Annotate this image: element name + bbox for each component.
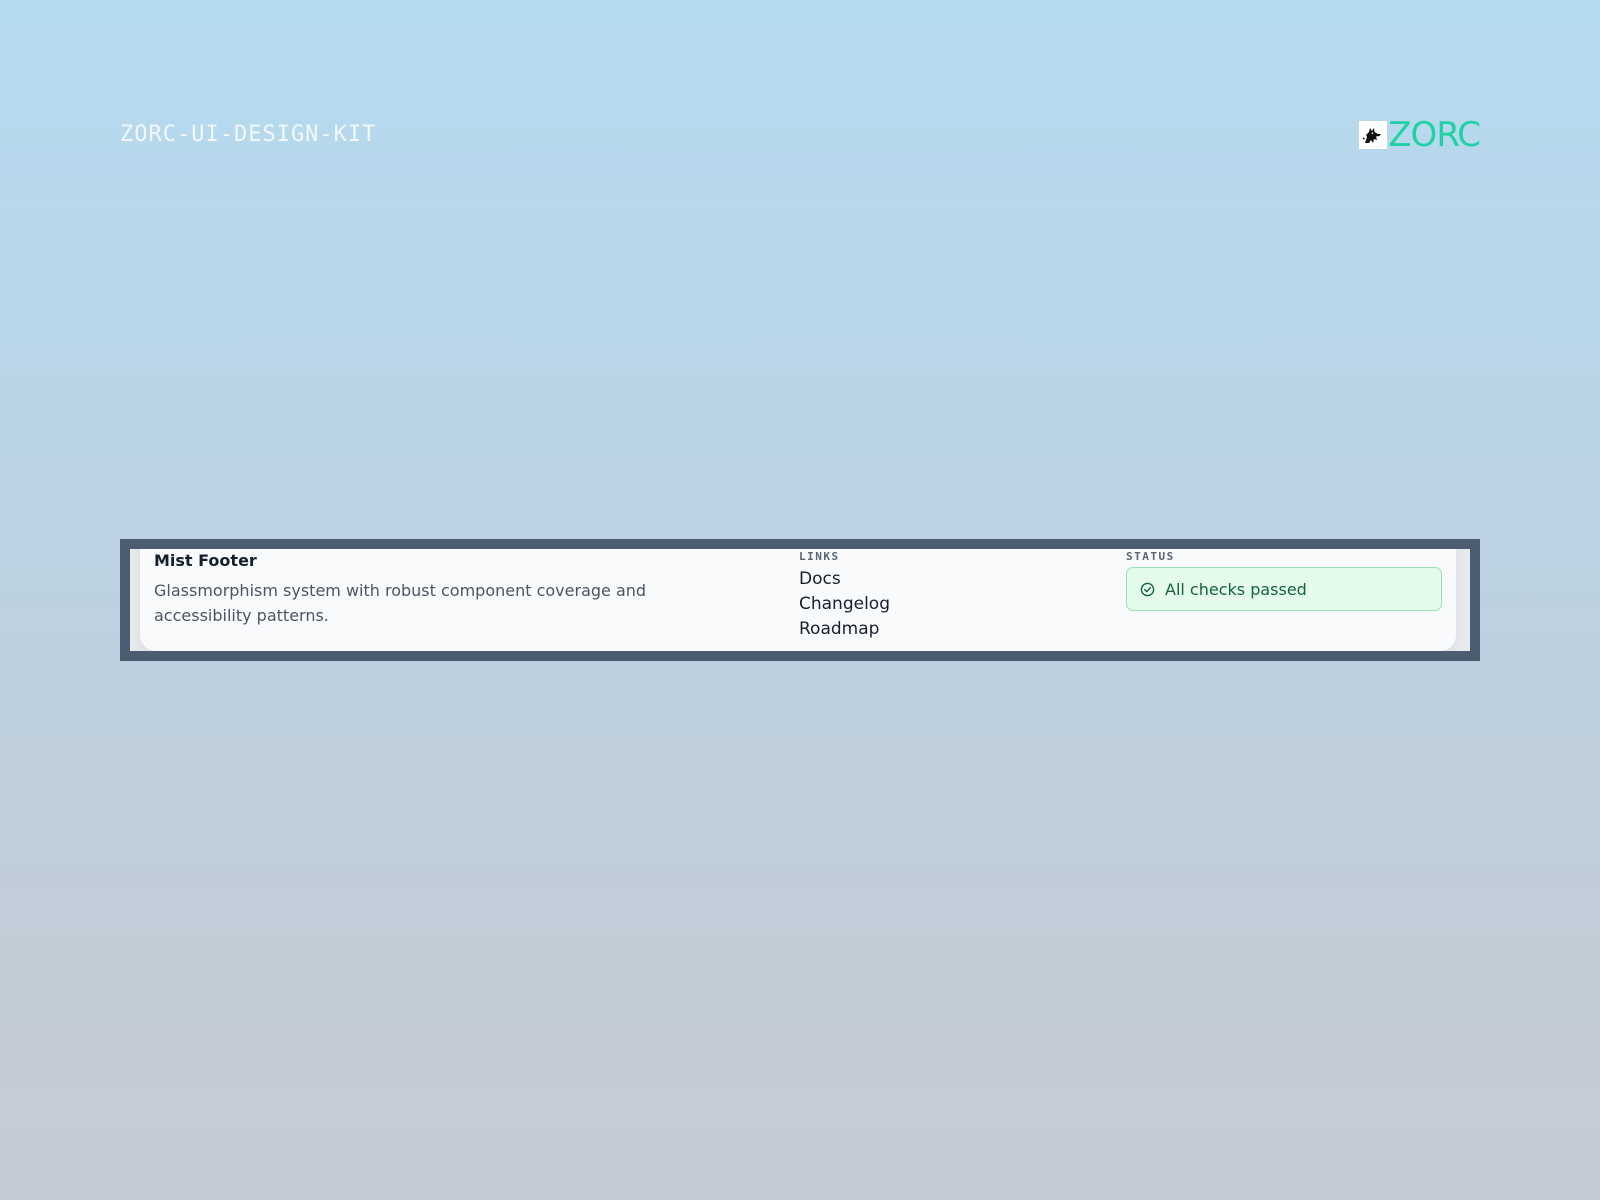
footer-links-column: LINKS Docs Changelog Roadmap: [799, 550, 890, 642]
status-badge: All checks passed: [1126, 567, 1442, 611]
link-changelog[interactable]: Changelog: [799, 592, 890, 617]
preview-canvas: Mist Footer Glassmorphism system with ro…: [130, 549, 1470, 651]
link-docs[interactable]: Docs: [799, 567, 890, 592]
status-text: All checks passed: [1165, 579, 1307, 599]
wolf-mascot-icon: [1359, 121, 1388, 149]
links-heading: LINKS: [799, 550, 840, 563]
preview-frame: Mist Footer Glassmorphism system with ro…: [120, 539, 1480, 661]
footer-description: Glassmorphism system with robust compone…: [154, 581, 647, 625]
check-circle-icon: [1140, 582, 1155, 596]
kit-label: ZORC-UI-DESIGN-KIT: [120, 122, 377, 147]
status-heading: STATUS: [1126, 550, 1175, 563]
link-roadmap[interactable]: Roadmap: [799, 617, 890, 642]
brand-logo[interactable]: ZORC: [1359, 115, 1481, 155]
footer-brand-column: Mist Footer Glassmorphism system with ro…: [154, 551, 714, 628]
links-list: Docs Changelog Roadmap: [799, 567, 890, 642]
footer-title: Mist Footer: [154, 551, 257, 570]
footer-status-column: STATUS All checks passed: [1126, 550, 1442, 611]
mist-footer: Mist Footer Glassmorphism system with ro…: [140, 549, 1456, 651]
brand-name: ZORC: [1388, 115, 1481, 155]
